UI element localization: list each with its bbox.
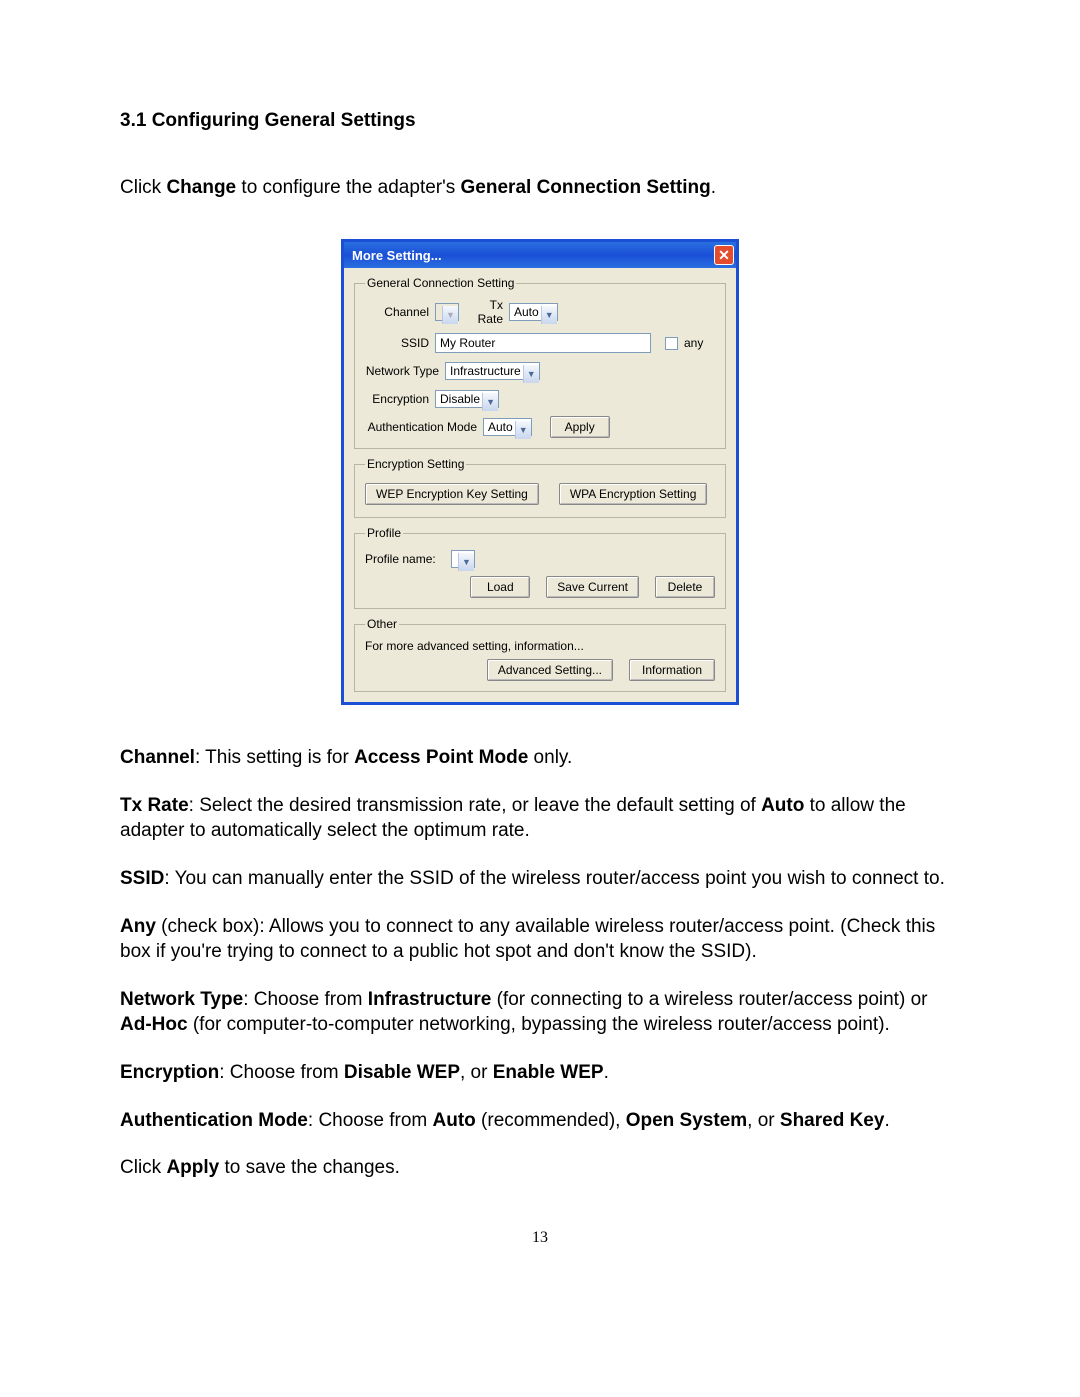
- text: (check box): Allows you to connect to an…: [120, 916, 935, 963]
- text-bold: Auto: [761, 795, 804, 816]
- txrate-label: Tx Rate: [459, 298, 509, 326]
- save-current-button[interactable]: Save Current: [546, 576, 639, 598]
- text: .: [884, 1110, 889, 1131]
- desc-txrate: Tx Rate: Select the desired transmission…: [120, 793, 960, 844]
- text: (for computer-to-computer networking, by…: [188, 1014, 890, 1035]
- text: : Select the desired transmission rate, …: [189, 795, 761, 816]
- text: only.: [528, 747, 572, 768]
- text: : Choose from: [308, 1110, 433, 1131]
- auth-value: Auto: [483, 418, 532, 436]
- nettype-label: Network Type: [365, 364, 445, 378]
- desc-encryption: Encryption: Choose from Disable WEP, or …: [120, 1060, 960, 1086]
- dialog-title: More Setting...: [352, 248, 714, 263]
- any-label: any: [684, 336, 703, 350]
- desc-any: Any (check box): Allows you to connect t…: [120, 914, 960, 965]
- wep-button[interactable]: WEP Encryption Key Setting: [365, 483, 539, 505]
- text: : This setting is for: [195, 747, 354, 768]
- text-bold: General Connection Setting: [461, 177, 711, 198]
- group-legend: General Connection Setting: [365, 276, 516, 290]
- text-bold: Tx Rate: [120, 795, 189, 816]
- group-legend: Encryption Setting: [365, 457, 466, 471]
- profile-name-select[interactable]: ▼: [451, 552, 475, 566]
- encryption-label: Encryption: [365, 392, 435, 406]
- ssid-input[interactable]: [435, 333, 651, 353]
- text-bold: Channel: [120, 747, 195, 768]
- text-bold: Disable WEP: [344, 1062, 460, 1083]
- text: .: [604, 1062, 609, 1083]
- titlebar: More Setting... ✕: [344, 242, 736, 268]
- auth-select[interactable]: Auto ▼: [483, 420, 532, 434]
- desc-nettype: Network Type: Choose from Infrastructure…: [120, 987, 960, 1038]
- channel-value: [435, 303, 459, 321]
- text-bold: Change: [166, 177, 236, 198]
- more-setting-dialog: More Setting... ✕ General Connection Set…: [341, 239, 739, 705]
- text-bold: Any: [120, 916, 156, 937]
- text: : You can manually enter the SSID of the…: [164, 868, 944, 889]
- text-bold: Authentication Mode: [120, 1110, 308, 1131]
- profile-name-label: Profile name:: [365, 552, 451, 566]
- txrate-select[interactable]: Auto ▼: [509, 305, 558, 319]
- text-bold: SSID: [120, 868, 164, 889]
- intro-text: Click Change to configure the adapter's …: [120, 177, 960, 199]
- auth-label: Authentication Mode: [365, 420, 483, 434]
- desc-ssid: SSID: You can manually enter the SSID of…: [120, 866, 960, 892]
- profile-name-value: [451, 550, 475, 568]
- text-bold: Apply: [166, 1157, 219, 1178]
- text-bold: Ad-Hoc: [120, 1014, 188, 1035]
- text: (for connecting to a wireless router/acc…: [491, 989, 927, 1010]
- channel-label: Channel: [365, 305, 435, 319]
- group-legend: Other: [365, 617, 399, 631]
- load-button[interactable]: Load: [470, 576, 530, 598]
- text-bold: Network Type: [120, 989, 243, 1010]
- text: : Choose from: [243, 989, 368, 1010]
- text-bold: Access Point Mode: [354, 747, 528, 768]
- txrate-value: Auto: [509, 303, 558, 321]
- advanced-setting-button[interactable]: Advanced Setting...: [487, 659, 613, 681]
- text: to configure the adapter's: [236, 177, 460, 198]
- text-bold: Auto: [433, 1110, 476, 1131]
- text-bold: Enable WEP: [493, 1062, 604, 1083]
- close-icon: ✕: [718, 247, 730, 263]
- group-legend: Profile: [365, 526, 403, 540]
- general-connection-group: General Connection Setting Channel ▼ Tx …: [354, 276, 726, 449]
- encryption-value: Disable: [435, 390, 499, 408]
- text-bold: Infrastructure: [368, 989, 492, 1010]
- any-checkbox[interactable]: [665, 337, 678, 350]
- text: to save the changes.: [219, 1157, 400, 1178]
- text: , or: [747, 1110, 780, 1131]
- delete-button[interactable]: Delete: [655, 576, 715, 598]
- nettype-value: Infrastructure: [445, 362, 540, 380]
- other-group: Other For more advanced setting, informa…: [354, 617, 726, 692]
- text: Click: [120, 177, 166, 198]
- encryption-setting-group: Encryption Setting WEP Encryption Key Se…: [354, 457, 726, 518]
- desc-apply: Click Apply to save the changes.: [120, 1155, 960, 1181]
- encryption-select[interactable]: Disable ▼: [435, 392, 499, 406]
- text: Click: [120, 1157, 166, 1178]
- text: (recommended),: [476, 1110, 626, 1131]
- section-heading: 3.1 Configuring General Settings: [120, 110, 960, 132]
- profile-group: Profile Profile name: ▼ Load Save Curren…: [354, 526, 726, 609]
- text: : Choose from: [219, 1062, 344, 1083]
- desc-auth: Authentication Mode: Choose from Auto (r…: [120, 1108, 960, 1134]
- text-bold: Shared Key: [780, 1110, 885, 1131]
- wpa-button[interactable]: WPA Encryption Setting: [559, 483, 708, 505]
- text: , or: [460, 1062, 493, 1083]
- ssid-label: SSID: [365, 336, 435, 350]
- close-button[interactable]: ✕: [714, 245, 734, 265]
- text-bold: Encryption: [120, 1062, 219, 1083]
- nettype-select[interactable]: Infrastructure ▼: [445, 364, 540, 378]
- page-number: 13: [120, 1229, 960, 1247]
- text: .: [711, 177, 716, 198]
- apply-button[interactable]: Apply: [550, 416, 610, 438]
- desc-channel: Channel: This setting is for Access Poin…: [120, 745, 960, 771]
- information-button[interactable]: Information: [629, 659, 715, 681]
- other-text: For more advanced setting, information..…: [365, 639, 715, 653]
- text-bold: Open System: [626, 1110, 747, 1131]
- channel-select: ▼: [435, 305, 459, 319]
